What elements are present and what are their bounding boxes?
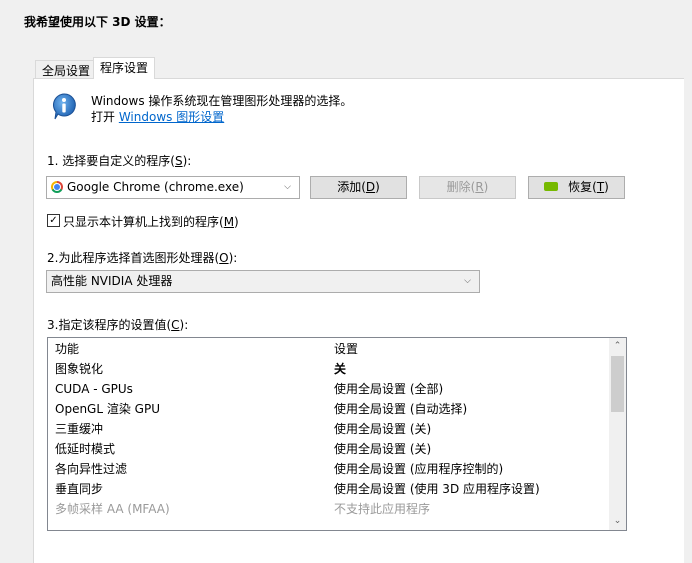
scroll-up-icon[interactable]: ⌃ [609, 338, 626, 355]
windows-graphics-settings-link[interactable]: Windows 图形设置 [119, 110, 224, 124]
graphics-processor-select[interactable]: 高性能 NVIDIA 处理器 ⌵ [46, 270, 480, 293]
column-header-setting: 设置 [334, 342, 359, 356]
chrome-icon [51, 181, 63, 193]
tab-program-settings[interactable]: 程序设置 [93, 57, 156, 79]
graphics-processor-value: 高性能 NVIDIA 处理器 [51, 274, 173, 288]
show-local-programs-label[interactable]: 只显示本计算机上找到的程序(M) [63, 213, 239, 230]
table-row[interactable]: 各向异性过滤 使用全局设置 (应用程序控制的) [48, 459, 608, 479]
info-line-1: Windows 操作系统现在管理图形处理器的选择。 [91, 94, 353, 108]
table-row[interactable]: 垂直同步 使用全局设置 (使用 3D 应用程序设置) [48, 479, 608, 499]
program-select-value: Google Chrome (chrome.exe) [67, 180, 244, 194]
table-row[interactable]: 低延时模式 使用全局设置 (关) [48, 439, 608, 459]
add-button[interactable]: 添加(D) [310, 176, 407, 199]
step1-label: 1. 选择要自定义的程序(S): [47, 154, 192, 168]
chevron-down-icon: ⌵ [284, 182, 291, 192]
table-scrollbar[interactable]: ⌃ ⌄ [609, 338, 626, 530]
chevron-down-icon: ⌵ [464, 276, 471, 286]
table-row[interactable]: 多帧采样 AA (MFAA) 不支持此应用程序 [48, 499, 608, 519]
info-open-prefix: 打开 [91, 110, 119, 124]
program-select[interactable]: Google Chrome (chrome.exe) ⌵ [46, 176, 300, 199]
step3-label: 3.指定该程序的设置值(C): [47, 318, 189, 332]
info-message: Windows 操作系统现在管理图形处理器的选择。 打开 Windows 图形设… [91, 93, 352, 125]
nvidia-icon [544, 182, 559, 191]
table-row[interactable]: CUDA - GPUs 使用全局设置 (全部) [48, 379, 608, 399]
info-icon [52, 93, 76, 120]
table-row[interactable]: 图象锐化 关 [48, 359, 608, 379]
table-header: 功能 设置 [48, 339, 608, 359]
restore-button[interactable]: 恢复(T) [528, 176, 625, 199]
page-heading: 我希望使用以下 3D 设置： [24, 15, 171, 29]
column-header-feature: 功能 [55, 342, 80, 356]
remove-button[interactable]: 删除(R) [419, 176, 516, 199]
tab-global-settings[interactable]: 全局设置 [35, 60, 98, 79]
step2-label: 2.为此程序选择首选图形处理器(O): [47, 251, 238, 265]
scroll-down-icon[interactable]: ⌄ [609, 513, 626, 530]
table-row[interactable]: 三重缓冲 使用全局设置 (关) [48, 419, 608, 439]
show-local-programs-checkbox[interactable]: ✓ [47, 214, 60, 227]
scrollbar-thumb[interactable] [611, 356, 624, 412]
info-line-2: 打开 Windows 图形设置 [91, 109, 352, 125]
table-row[interactable]: OpenGL 渲染 GPU 使用全局设置 (自动选择) [48, 399, 608, 419]
settings-table: 功能 设置 图象锐化 关 CUDA - GPUs 使用全局设置 (全部) Ope… [47, 337, 627, 531]
